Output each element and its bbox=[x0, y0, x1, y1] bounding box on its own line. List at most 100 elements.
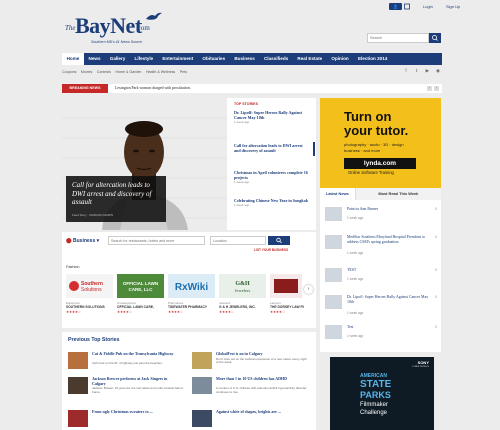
youtube-icon[interactable]: ▶ bbox=[423, 68, 431, 76]
ad-sony-sub: make.believe bbox=[412, 364, 429, 368]
breaking-nav: ‹ › bbox=[427, 86, 439, 91]
story-title[interactable]: From ugly Christmas sweaters to ... bbox=[92, 409, 182, 415]
nav-lifestyle[interactable]: Lifestyle bbox=[130, 53, 158, 65]
story-title[interactable]: Cat & Fiddle Pub on the Transylvania Hig… bbox=[92, 351, 182, 357]
nav-news[interactable]: News bbox=[84, 53, 105, 65]
list-item[interactable]: Dr. Lipoff: Super Heroes Rally Against C… bbox=[325, 295, 437, 321]
nav-gallery[interactable]: Gallery bbox=[105, 53, 130, 65]
top-story-title[interactable]: Call for altercation leads to DWI arrest… bbox=[234, 143, 303, 153]
nav-opinion[interactable]: Opinion bbox=[327, 53, 354, 65]
story-item[interactable]: GlobalFest is on in Calgary Don't miss o… bbox=[192, 351, 310, 374]
search-button[interactable] bbox=[429, 33, 441, 43]
signup-link[interactable]: Sign Up bbox=[446, 4, 460, 9]
list-item[interactable]: Patricia Ann Barnes 1 week ago 0 bbox=[325, 207, 437, 233]
story-title[interactable]: Against white of shapes, brights are ... bbox=[216, 409, 306, 415]
business-directory: ⬤ Business ▾ LIST YOUR BUSINESS Fashion … bbox=[62, 232, 316, 328]
feature-title[interactable]: Call for altercation leads to DWI arrest… bbox=[72, 181, 164, 207]
twitter-icon[interactable]: 𝕥 bbox=[413, 68, 421, 76]
search-icon bbox=[432, 35, 438, 41]
tab-most-read[interactable]: Most Read This Week bbox=[355, 188, 441, 200]
nav-home[interactable]: Home bbox=[62, 53, 84, 65]
list-item-title[interactable]: TEST bbox=[347, 268, 429, 273]
nav-obituaries[interactable]: Obituaries bbox=[198, 53, 230, 65]
list-item-title[interactable]: Patricia Ann Barnes bbox=[347, 207, 429, 212]
login-link[interactable]: Login bbox=[423, 4, 433, 9]
chevron-left-icon[interactable]: ‹ bbox=[427, 86, 432, 91]
breaking-headline[interactable]: Lexington Park woman charged with prosti… bbox=[115, 84, 191, 93]
list-business-link[interactable]: LIST YOUR BUSINESS bbox=[254, 248, 288, 252]
logo-gh-jewelers: G&HJewelers bbox=[235, 281, 251, 293]
top-story-item[interactable]: Call for altercation leads to DWI arrest… bbox=[234, 143, 310, 153]
business-search-input[interactable] bbox=[108, 236, 205, 245]
list-item-title[interactable]: MedStar Southern Maryland Hospital Presi… bbox=[347, 235, 429, 245]
nav-election[interactable]: Election 2014 bbox=[353, 53, 392, 65]
business-card[interactable]: G&H Jewelers Jewelers G & H JEWELERS, INC… bbox=[219, 274, 266, 324]
top-story-title[interactable]: Christmas in April volunteers complete 1… bbox=[234, 170, 308, 180]
site-logo[interactable]: The BayNet .com Southern MD's #1 News So… bbox=[65, 12, 165, 47]
subnav-health[interactable]: Health & Wellness bbox=[146, 70, 175, 74]
business-location-input[interactable] bbox=[210, 236, 266, 245]
top-story-item[interactable]: Dr. Lipoff: Super Heroes Rally Against C… bbox=[234, 110, 310, 125]
logo-tagline: Southern MD's #1 News Source bbox=[91, 40, 143, 44]
ad-headline-2: your tutor. bbox=[344, 123, 409, 138]
story-item[interactable]: Against white of shapes, brights are ... bbox=[192, 409, 310, 430]
nav-business[interactable]: Business bbox=[230, 53, 260, 65]
story-title[interactable]: GlobalFest is on in Calgary bbox=[216, 351, 306, 357]
story-item[interactable]: More than 1 in 10 US children has ADHD A… bbox=[192, 376, 310, 399]
list-item-title[interactable]: Dr. Lipoff: Super Heroes Rally Against C… bbox=[347, 295, 429, 305]
feature-caption[interactable]: Call for altercation leads to DWI arrest… bbox=[66, 176, 166, 222]
ad-lynda[interactable]: Turn on your tutor. photography · audio … bbox=[320, 98, 441, 193]
story-desc: Don't miss out on the cultural experienc… bbox=[216, 356, 307, 365]
business-name[interactable]: G & H JEWELERS, INC. bbox=[219, 305, 266, 309]
rss-icon[interactable]: ◉ bbox=[434, 68, 442, 76]
subnav-contests[interactable]: Contests bbox=[97, 70, 111, 74]
nav-classifieds[interactable]: Classifieds bbox=[259, 53, 292, 65]
list-item-title[interactable]: Test bbox=[347, 325, 429, 330]
cart-icon[interactable] bbox=[404, 3, 410, 10]
business-label-text: Business bbox=[73, 238, 96, 244]
facebook-icon[interactable]: f bbox=[402, 68, 410, 76]
top-story-title[interactable]: Dr. Lipoff: Super Heroes Rally Against C… bbox=[234, 110, 302, 120]
business-name[interactable]: OFFICIAL LAWN CARE, bbox=[117, 305, 164, 309]
top-story-item[interactable]: Christmas in April volunteers complete 1… bbox=[234, 170, 310, 185]
list-item[interactable]: Test 1 week ago 0 bbox=[325, 325, 437, 351]
business-card[interactable]: RxWiki Pharmacies TIDEWATER PHARMACY ★★★… bbox=[168, 274, 215, 324]
list-item[interactable]: MedStar Southern Maryland Hospital Presi… bbox=[325, 235, 437, 261]
story-item[interactable]: Jackson Brewer performs at Jack Singers … bbox=[68, 376, 186, 399]
thumbnail bbox=[325, 295, 342, 309]
subnav-coupons[interactable]: Coupons bbox=[62, 70, 76, 74]
business-name[interactable]: TIDEWATER PHARMACY bbox=[168, 305, 215, 309]
breaking-news-bar: BREAKING NEWS Lexington Park woman charg… bbox=[62, 84, 442, 93]
subnav-home-garden[interactable]: Home & Garden bbox=[115, 70, 141, 74]
story-item[interactable]: Cat & Fiddle Pub on the Transylvania Hig… bbox=[68, 351, 186, 374]
chevron-right-icon[interactable]: › bbox=[304, 285, 313, 294]
list-item-time: 1 week ago bbox=[347, 216, 364, 220]
nav-real-estate[interactable]: Real Estate bbox=[293, 53, 327, 65]
story-title[interactable]: Jackson Brewer performs at Jack Singers … bbox=[92, 376, 182, 386]
tab-latest-news[interactable]: Latest News bbox=[320, 188, 356, 200]
business-label: ⬤ Business ▾ bbox=[66, 238, 100, 244]
nav-entertainment[interactable]: Entertainment bbox=[158, 53, 198, 65]
business-card[interactable]: Southern Solutions Equipment SOUTHERN SOL… bbox=[66, 274, 113, 324]
search-input[interactable] bbox=[367, 33, 429, 43]
business-card[interactable]: Lawyers THE DORSEY LAW FIRM ★★★★☆ bbox=[270, 274, 304, 324]
list-item-time: 1 week ago bbox=[347, 251, 364, 255]
story-item[interactable]: From ugly Christmas sweaters to ... bbox=[68, 409, 186, 430]
story-title[interactable]: More than 1 in 10 US children has ADHD bbox=[216, 376, 306, 382]
feature-photo[interactable]: Call for altercation leads to DWI arrest… bbox=[62, 98, 227, 230]
user-icon[interactable]: 👤 bbox=[389, 3, 402, 10]
list-item[interactable]: TEST 1 week ago 0 bbox=[325, 268, 437, 294]
business-name[interactable]: THE DORSEY LAW FIRM bbox=[270, 305, 304, 309]
top-story-item[interactable]: Celebrating Chinese New Year in Songkok … bbox=[234, 198, 310, 208]
business-card[interactable]: OFFICIAL LAWN CARE, LLC Uncategorized OFF… bbox=[117, 274, 164, 324]
chevron-right-icon[interactable]: › bbox=[434, 86, 439, 91]
subnav-pets[interactable]: Pets bbox=[180, 70, 187, 74]
comment-count: 0 bbox=[435, 295, 437, 299]
business-name[interactable]: SOUTHERN SOLUTIONS bbox=[66, 305, 113, 309]
social-links: f 𝕥 ▶ ◉ bbox=[402, 68, 442, 76]
svg-text:CARE, LLC: CARE, LLC bbox=[129, 287, 154, 292]
subnav-movies[interactable]: Movies bbox=[81, 70, 92, 74]
svg-text:Solutions: Solutions bbox=[81, 287, 102, 293]
ad-film-challenge[interactable]: SONY make.believe AMERICAN STATE PARKS F… bbox=[330, 357, 434, 430]
business-search-button[interactable] bbox=[268, 236, 290, 245]
